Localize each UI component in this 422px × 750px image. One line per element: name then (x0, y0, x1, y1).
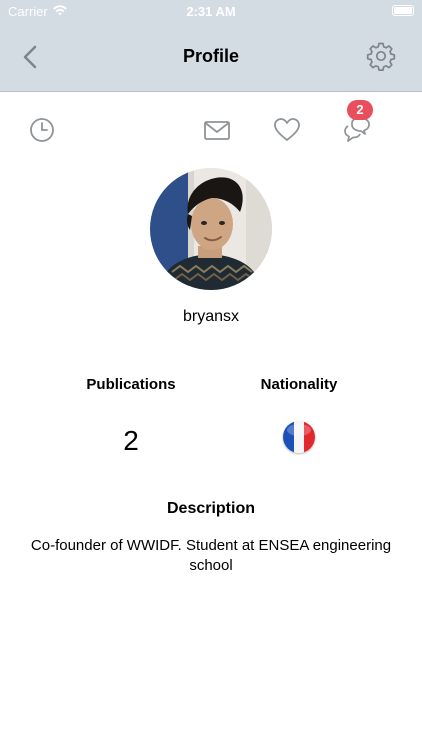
description-heading: Description (166, 500, 255, 517)
heart-icon[interactable] (272, 115, 302, 145)
battery-icon (392, 5, 414, 16)
avatar-photo (150, 168, 272, 290)
publications-count: 2 (123, 425, 139, 456)
gear-icon[interactable] (366, 41, 396, 71)
description-text: Co-founder of WWIDF. Student at ENSEA en… (30, 537, 392, 574)
chat-badge: 2 (347, 100, 373, 120)
publications-label: Publications (86, 376, 176, 393)
avatar[interactable] (150, 168, 272, 290)
clock-icon[interactable] (27, 115, 57, 145)
status-bar: Carrier 2:31 AM (0, 0, 422, 22)
status-time: 2:31 AM (186, 4, 236, 19)
nationality-label: Nationality (260, 376, 338, 393)
page-title: Profile (182, 46, 239, 66)
envelope-icon[interactable] (202, 115, 232, 145)
username: bryansx (182, 308, 240, 325)
france-flag-icon (283, 421, 315, 453)
navigation-bar: Profile (0, 22, 422, 92)
